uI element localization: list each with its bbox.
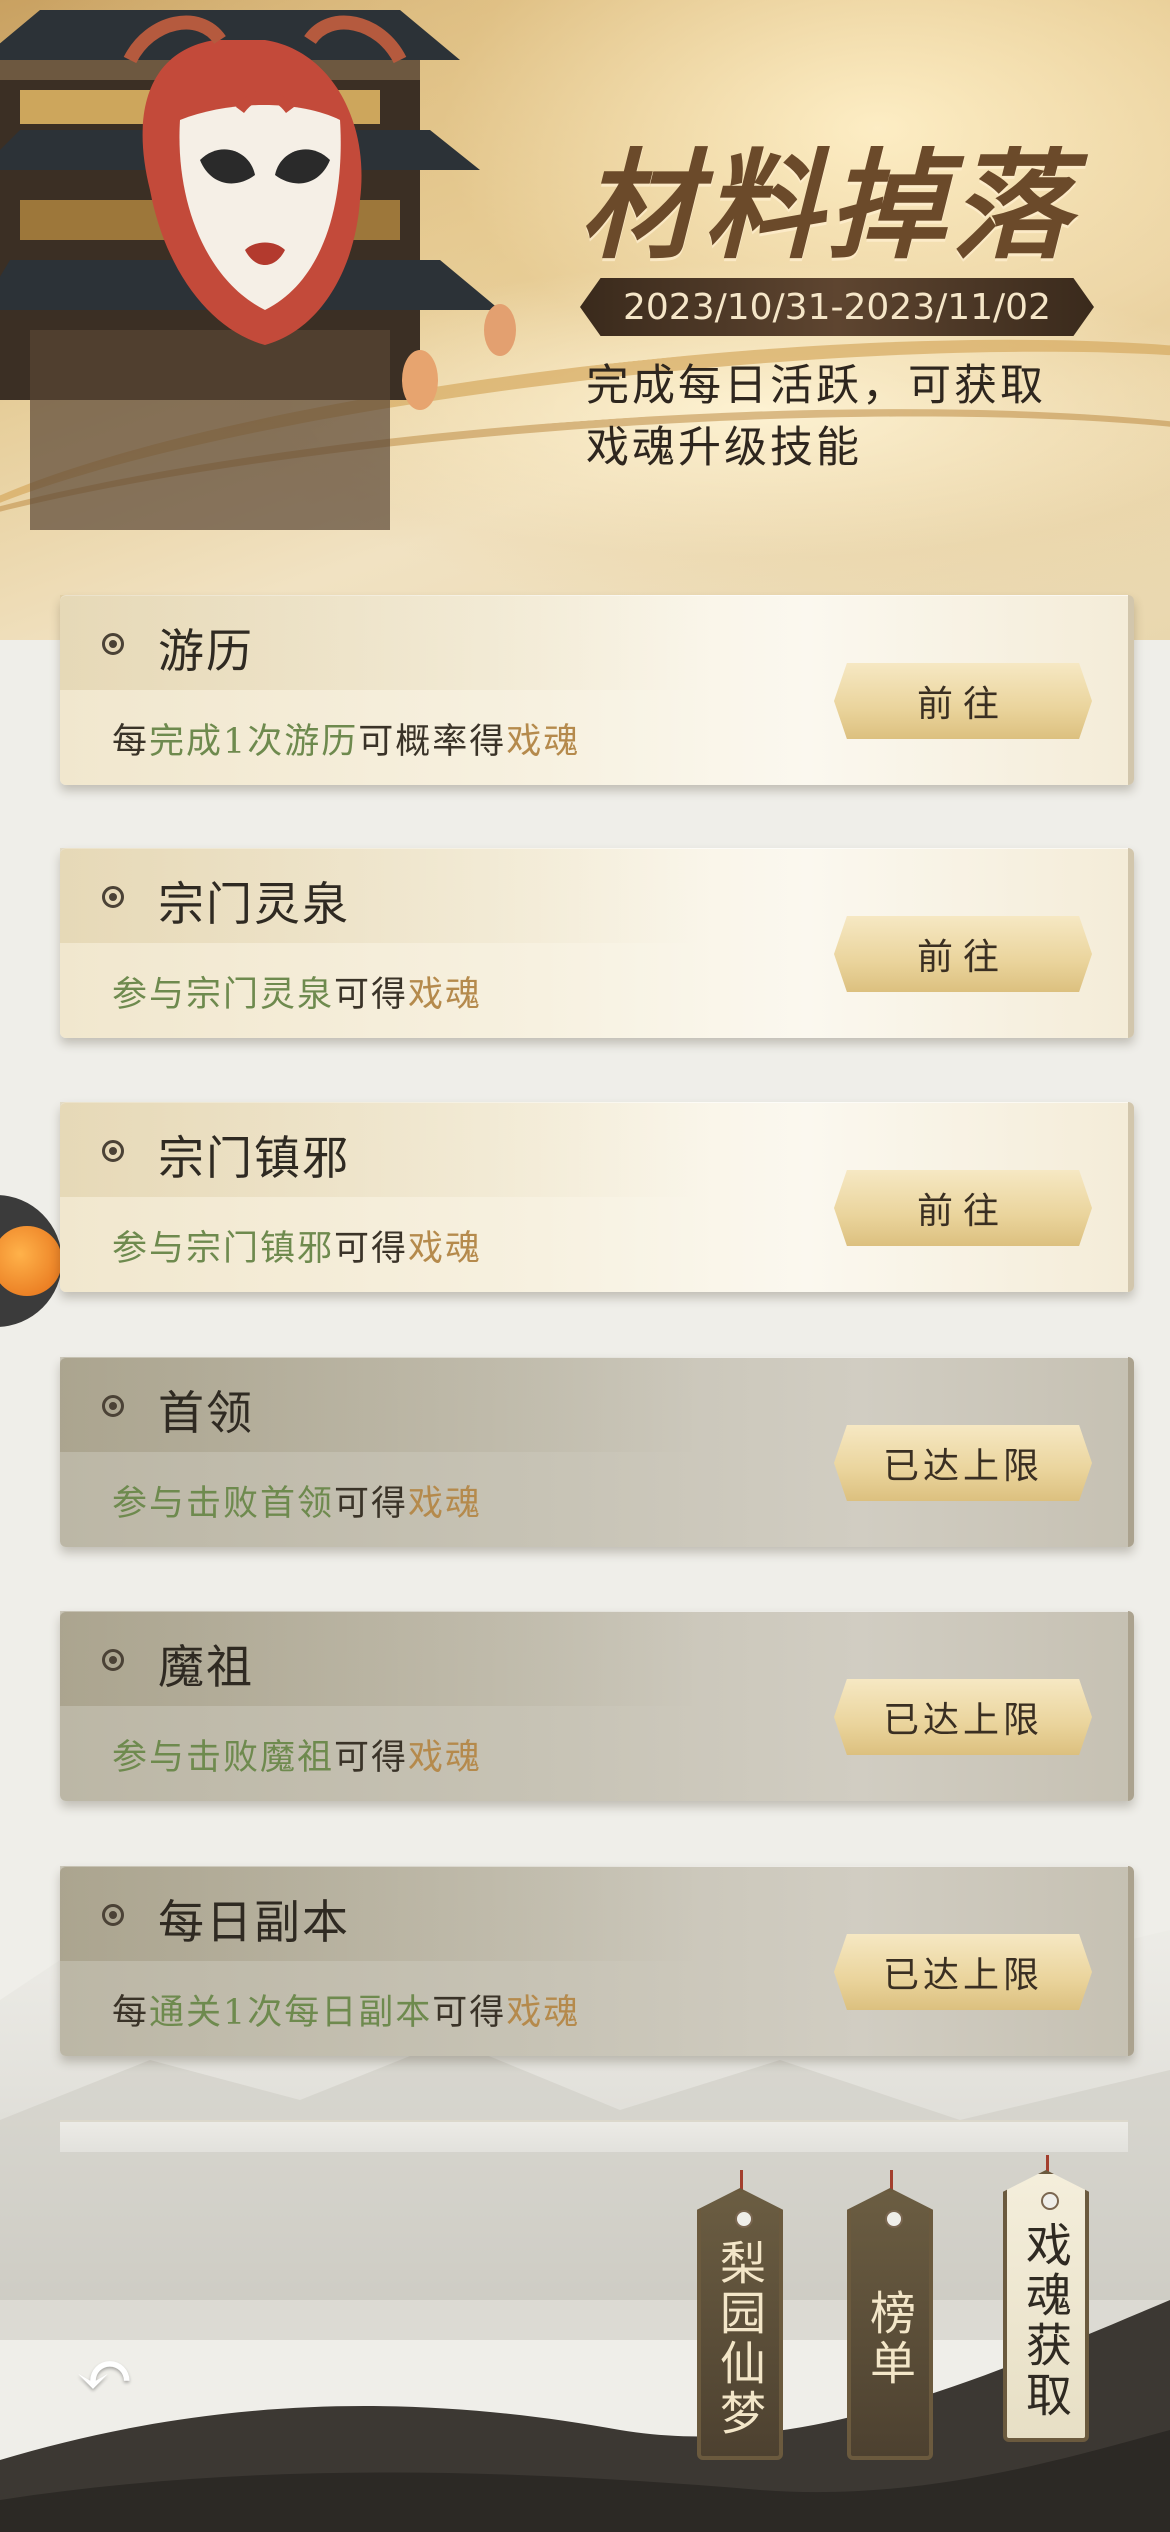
task-card: 每日副本 每通关1次每日副本可得戏魂 已达上限 (60, 1866, 1134, 2056)
task-description: 每通关1次每日副本可得戏魂 (112, 1984, 580, 2035)
pet-face-icon (0, 1226, 62, 1296)
tab-label: 戏魂获取 (1019, 2221, 1073, 2421)
task-limit-button[interactable]: 已达上限 (834, 1934, 1092, 2010)
task-description-segment: 戏魂 (408, 1229, 483, 1269)
tab-label: 榜单 (863, 2289, 917, 2389)
pet-floating-icon[interactable] (0, 1195, 62, 1327)
task-title: 宗门镇邪 (158, 1131, 350, 1185)
task-description-segment: 可得 (334, 1484, 409, 1524)
task-title: 魔祖 (158, 1640, 254, 1694)
task-limit-button[interactable]: 已达上限 (834, 1679, 1092, 1755)
task-description-segment: 戏魂 (408, 1738, 483, 1778)
task-description-segment: 参与宗门镇邪 (112, 1229, 335, 1269)
undo-arrow-icon[interactable]: ↶ (60, 2340, 150, 2410)
task-description: 参与击败魔祖可得戏魂 (112, 1729, 482, 1780)
event-date-range: 2023/10/31-2023/11/02 (580, 278, 1094, 336)
tag-hole (735, 2210, 753, 2228)
tab-liyuan-xianmeng[interactable]: 梨园仙梦 (697, 2188, 783, 2460)
event-description-line-1: 完成每日活跃，可获取 (586, 361, 1046, 411)
task-description-segment: 参与击败首领 (112, 1484, 335, 1524)
task-description-segment: 戏魂 (506, 1993, 581, 2033)
task-go-button[interactable]: 前往 (834, 1170, 1092, 1246)
task-description-segment: 可得 (334, 1229, 409, 1269)
bullet-icon (102, 1649, 124, 1671)
date-range-text: 2023/10/31-2023/11/02 (623, 286, 1051, 328)
task-card: 宗门镇邪 参与宗门镇邪可得戏魂 前往 (60, 1102, 1134, 1292)
task-description-segment: 参与击败魔祖 (112, 1738, 335, 1778)
task-limit-button[interactable]: 已达上限 (834, 1425, 1092, 1501)
event-banner: 材料掉落 2023/10/31-2023/11/02 完成每日活跃，可获取 戏魂… (0, 0, 1170, 640)
tab-leaderboard[interactable]: 榜单 (847, 2188, 933, 2460)
task-description: 参与击败首领可得戏魂 (112, 1475, 482, 1526)
task-card: 宗门灵泉 参与宗门灵泉可得戏魂 前往 (60, 848, 1134, 1038)
bullet-icon (102, 1904, 124, 1926)
tag-hole (885, 2210, 903, 2228)
task-description-segment: 参与宗门灵泉 (112, 975, 335, 1015)
task-description-segment: 可概率得 (358, 722, 507, 762)
task-description-segment: 戏魂 (408, 1484, 483, 1524)
task-go-button[interactable]: 前往 (834, 916, 1092, 992)
task-card: 首领 参与击败首领可得戏魂 已达上限 (60, 1357, 1134, 1547)
task-go-button[interactable]: 前往 (834, 663, 1092, 739)
task-card: 游历 每完成1次游历可概率得戏魂 前往 (60, 595, 1134, 785)
bullet-icon (102, 1395, 124, 1417)
task-description-segment: 戏魂 (408, 975, 483, 1015)
event-description-line-2: 戏魂升级技能 (586, 423, 862, 473)
bullet-icon (102, 633, 124, 655)
event-description: 完成每日活跃，可获取 戏魂升级技能 (586, 355, 1146, 479)
task-description-segment: 戏魂 (506, 722, 581, 762)
task-description-segment: 可得 (334, 1738, 409, 1778)
bullet-icon (102, 886, 124, 908)
task-description-segment: 通关1次每日副本 (149, 1993, 433, 2033)
tab-label: 梨园仙梦 (713, 2239, 767, 2439)
task-title: 每日副本 (158, 1895, 350, 1949)
task-description-segment: 可得 (334, 975, 409, 1015)
task-title: 宗门灵泉 (158, 877, 350, 931)
tag-hole (1041, 2192, 1059, 2210)
tab-xihun-acquire[interactable]: 戏魂获取 (1003, 2170, 1089, 2442)
opera-mask-icon (0, 10, 516, 530)
task-description: 参与宗门灵泉可得戏魂 (112, 966, 482, 1017)
task-description-segment: 每 (112, 1993, 150, 2033)
task-card-partial (60, 2120, 1128, 2152)
task-description-segment: 完成1次游历 (149, 722, 359, 762)
task-description-segment: 可得 (432, 1993, 507, 2033)
task-card: 魔祖 参与击败魔祖可得戏魂 已达上限 (60, 1611, 1134, 1801)
task-description: 每完成1次游历可概率得戏魂 (112, 713, 580, 764)
bullet-icon (102, 1140, 124, 1162)
task-title: 首领 (158, 1386, 254, 1440)
task-description: 参与宗门镇邪可得戏魂 (112, 1220, 482, 1271)
task-title: 游历 (158, 624, 254, 678)
event-title: 材料掉落 (580, 136, 1077, 275)
task-description-segment: 每 (112, 722, 150, 762)
